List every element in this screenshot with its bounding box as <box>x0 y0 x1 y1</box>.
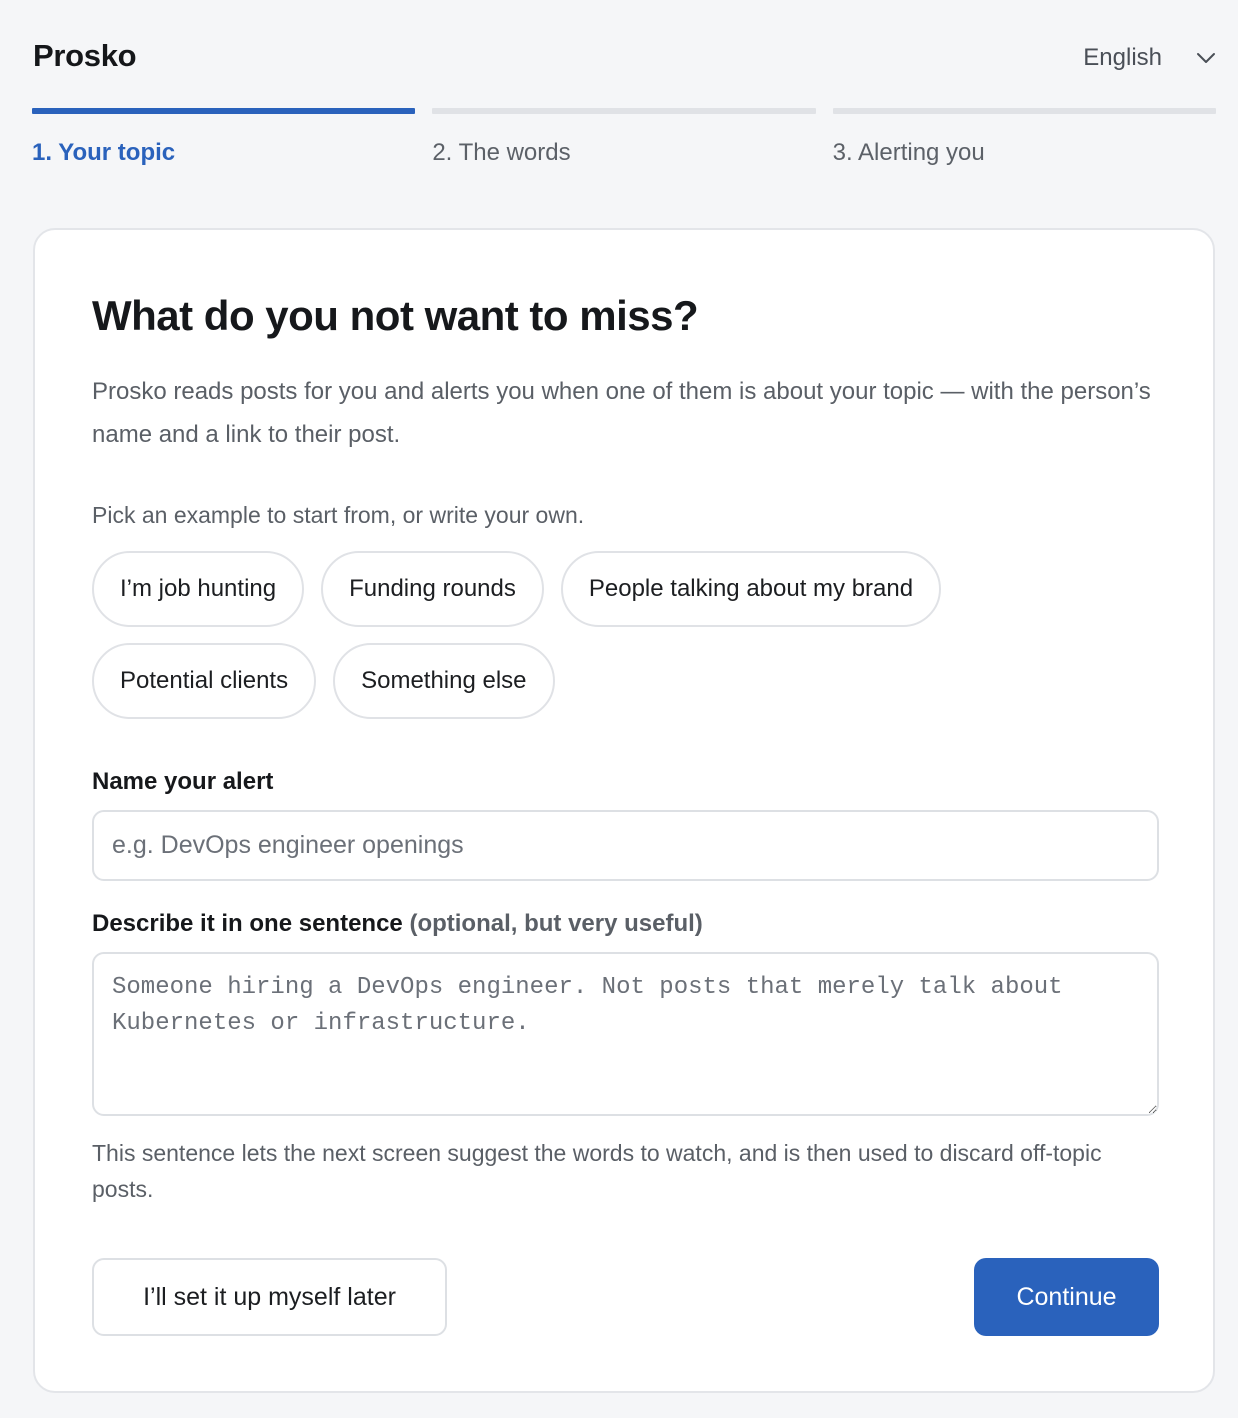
setup-later-button[interactable]: I’ll set it up myself later <box>92 1258 447 1336</box>
step-the-words: 2. The words <box>432 108 816 167</box>
alert-name-input[interactable] <box>92 810 1159 881</box>
example-chip-something-else[interactable]: Something else <box>333 643 555 719</box>
description-textarea[interactable] <box>92 952 1159 1116</box>
pick-prompt: Pick an example to start from, or write … <box>92 502 585 528</box>
description-label: Describe it in one sentence (optional, b… <box>92 910 703 938</box>
step-bar <box>832 108 1216 114</box>
example-chip-job-hunting[interactable]: I’m job hunting <box>92 551 305 627</box>
description-help-text: This sentence lets the next screen sugge… <box>92 1140 1102 1202</box>
description-label-text: Describe it in one sentence <box>92 910 403 937</box>
header: Prosko English <box>33 36 1216 76</box>
step-label: 2. The words <box>432 139 571 166</box>
step-label: 1. Your topic <box>32 139 176 166</box>
brand-logo: Prosko <box>33 38 137 73</box>
intro-text: Prosko reads posts for you and alerts yo… <box>92 378 1151 448</box>
page-title: What do you not want to miss? <box>92 292 699 339</box>
example-chip-potential-clients[interactable]: Potential clients <box>92 643 317 719</box>
language-select[interactable]: English <box>1083 36 1216 80</box>
example-chip-brand-mentions[interactable]: People talking about my brand <box>560 551 942 627</box>
alert-name-label: Name your alert <box>92 768 274 795</box>
step-your-topic: 1. Your topic <box>32 108 416 167</box>
example-chips: I’m job hunting Funding rounds People ta… <box>92 551 1159 719</box>
description-label-note: (optional, but very useful) <box>409 910 703 937</box>
continue-button[interactable]: Continue <box>974 1258 1159 1336</box>
language-selected: English <box>1083 44 1162 71</box>
progress-steps: 1. Your topic 2. The words 3. Alerting y… <box>32 108 1216 167</box>
example-chip-funding-rounds[interactable]: Funding rounds <box>321 551 544 627</box>
chevron-down-icon <box>1196 52 1216 64</box>
step-alerting-you: 3. Alerting you <box>832 108 1216 167</box>
step-bar <box>432 108 816 114</box>
step-bar <box>32 108 416 114</box>
step-label: 3. Alerting you <box>832 139 985 166</box>
topic-card: What do you not want to miss? Prosko rea… <box>33 228 1215 1393</box>
